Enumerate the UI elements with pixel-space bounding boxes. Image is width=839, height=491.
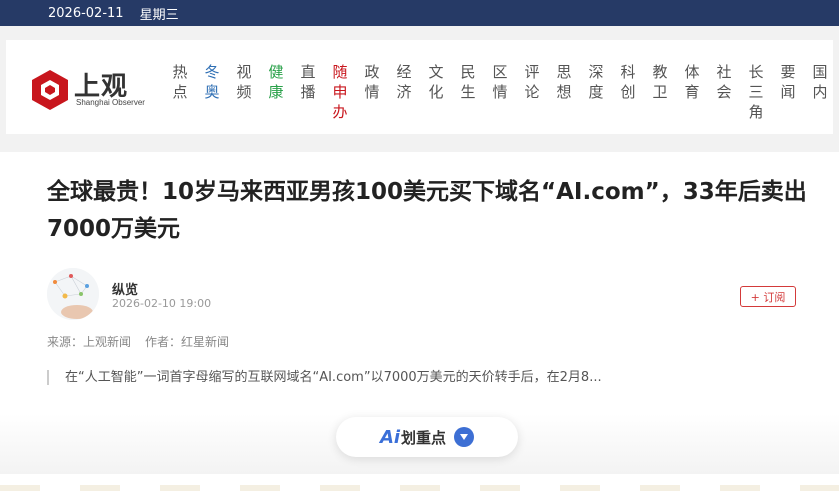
nav-item-char: 随 (332, 63, 348, 81)
nav-item-13[interactable]: 深度 (580, 62, 612, 122)
nav-item-char: 热 (172, 63, 188, 81)
nav-item-char: 康 (268, 83, 284, 101)
nav-item-char: 点 (172, 83, 188, 101)
nav-item-char: 奥 (204, 83, 220, 101)
nav-item-char: 直 (300, 63, 316, 81)
article-title: 全球最贵！10岁马来西亚男孩100美元买下域名“AI.com”，33年后卖出70… (47, 179, 807, 242)
nav-item-char: 创 (620, 83, 636, 101)
ai-highlights-button[interactable]: Ai 划重点 (336, 417, 518, 457)
chevron-down-icon (454, 427, 475, 447)
current-weekday: 星期三 (139, 7, 179, 23)
top-date-bar: 2026-02-11 星期三 (0, 0, 839, 26)
nav-item-char: 想 (556, 83, 572, 101)
nav-item-10[interactable]: 区情 (484, 62, 516, 122)
avatar-image (47, 268, 99, 320)
current-date: 2026-02-11 (48, 5, 124, 21)
nav-item-char: 区 (492, 63, 508, 81)
nav-item-20[interactable]: 国内 (804, 62, 836, 122)
nav-item-char: 会 (716, 83, 732, 101)
nav-item-0[interactable]: 热点 (164, 62, 196, 122)
nav-item-3[interactable]: 健康 (260, 62, 292, 122)
article-summary: 在“人工智能”一词首字母缩写的互联网域名“AI.com”以7000万美元的天价转… (47, 370, 602, 385)
nav-item-4[interactable]: 直播 (292, 62, 324, 122)
nav-item-char: 办 (332, 103, 348, 121)
nav-item-18[interactable]: 长三角 (740, 62, 772, 122)
nav-item-char: 国 (812, 63, 828, 81)
nav-item-14[interactable]: 科创 (612, 62, 644, 122)
nav-item-char: 度 (588, 83, 604, 101)
content-below-hint (0, 485, 839, 491)
nav-item-char: 冬 (204, 63, 220, 81)
nav-item-char: 经 (396, 63, 412, 81)
publish-time: 2026-02-10 19:00 (112, 297, 212, 310)
author-avatar[interactable] (47, 268, 99, 320)
nav-item-char: 内 (812, 83, 828, 101)
nav-item-16[interactable]: 体育 (676, 62, 708, 122)
nav-item-char: 角 (748, 103, 764, 121)
nav-item-char: 视 (236, 63, 252, 81)
nav-item-char: 播 (300, 83, 316, 101)
nav-item-char: 三 (748, 83, 764, 101)
nav-item-17[interactable]: 社会 (708, 62, 740, 122)
nav-item-char: 情 (364, 83, 380, 101)
nav-item-2[interactable]: 视频 (228, 62, 260, 122)
nav-item-char: 要 (780, 63, 796, 81)
source-line: 来源：上观新闻 作者：红星新闻 (47, 333, 229, 350)
article-writer: 作者：红星新闻 (145, 335, 230, 349)
nav-item-char: 长 (748, 63, 764, 81)
site-logo[interactable]: 上观 Shanghai Observer (28, 66, 158, 114)
article-card: 全球最贵！10岁马来西亚男孩100美元买下域名“AI.com”，33年后卖出70… (0, 152, 839, 491)
nav-item-char: 论 (524, 83, 540, 101)
article-source: 来源：上观新闻 (47, 335, 132, 349)
nav-item-15[interactable]: 教卫 (644, 62, 676, 122)
nav-item-char: 文 (428, 63, 444, 81)
nav-item-char: 情 (492, 83, 508, 101)
nav-item-7[interactable]: 经济 (388, 62, 420, 122)
nav-item-6[interactable]: 政情 (356, 62, 388, 122)
nav-item-char: 济 (396, 83, 412, 101)
logo-name-en: Shanghai Observer (76, 98, 145, 107)
nav-item-char: 深 (588, 63, 604, 81)
nav-item-1[interactable]: 冬奥 (196, 62, 228, 122)
ai-highlights-label: 划重点 (401, 428, 447, 447)
nav-item-char: 卫 (652, 83, 668, 101)
nav-item-char: 申 (332, 83, 348, 101)
nav-item-char: 生 (460, 83, 476, 101)
logo-hexagon-icon (32, 70, 68, 110)
nav-item-11[interactable]: 评论 (516, 62, 548, 122)
nav-item-char: 教 (652, 63, 668, 81)
ai-logo-text: Ai (379, 426, 401, 448)
nav-item-9[interactable]: 民生 (452, 62, 484, 122)
nav-item-char: 健 (268, 63, 284, 81)
subscribe-button[interactable]: + 订阅 (740, 286, 796, 307)
nav-item-12[interactable]: 思想 (548, 62, 580, 122)
nav-item-19[interactable]: 要闻 (772, 62, 804, 122)
author-name[interactable]: 纵览 (112, 279, 138, 298)
nav-item-8[interactable]: 文化 (420, 62, 452, 122)
nav-item-5[interactable]: 随申办 (324, 62, 356, 122)
nav-item-char: 民 (460, 63, 476, 81)
nav-item-char: 闻 (780, 83, 796, 101)
nav-item-char: 科 (620, 63, 636, 81)
nav-item-char: 思 (556, 63, 572, 81)
nav-item-char: 评 (524, 63, 540, 81)
nav-item-char: 政 (364, 63, 380, 81)
nav-item-char: 育 (684, 83, 700, 101)
nav-item-char: 化 (428, 83, 444, 101)
nav-items: 热点冬奥视频健康直播随申办政情经济文化民生区情评论思想深度科创教卫体育社会长三角… (164, 62, 836, 122)
main-navigation: 上观 Shanghai Observer 热点冬奥视频健康直播随申办政情经济文化… (6, 40, 833, 134)
nav-item-char: 社 (716, 63, 732, 81)
nav-item-char: 体 (684, 63, 700, 81)
nav-item-char: 频 (236, 83, 252, 101)
